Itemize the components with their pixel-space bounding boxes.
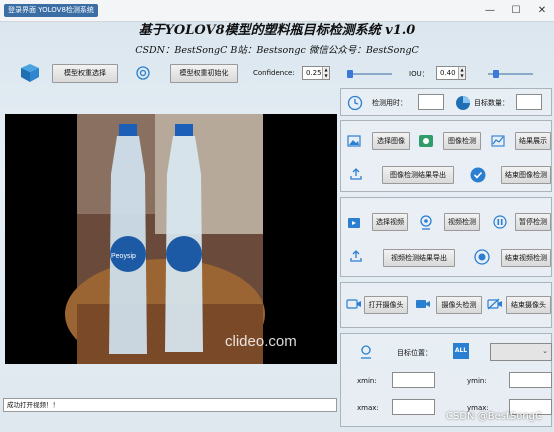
webcam-icon: [418, 214, 434, 232]
end-video-button[interactable]: 结束视频检测: [501, 249, 551, 267]
detect-camera-button[interactable]: 摄像头检测: [436, 296, 482, 314]
pie-chart-icon: [455, 95, 471, 113]
image-viewer: Peoysip clideo.com: [5, 114, 337, 364]
close-button[interactable]: ✕: [530, 3, 554, 19]
cube-icon: [20, 63, 40, 85]
confidence-slider-handle[interactable]: [347, 70, 353, 78]
end-image-button[interactable]: 结束图像检测: [501, 166, 551, 184]
image-detection-panel: 选择图像 图像检测 结果展示 图像检测结果导出 结束图像检测: [340, 120, 552, 192]
video-detection-panel: 选择视频 视频检测 暂停检测 视频检测结果导出 结束视频检测: [340, 197, 552, 277]
select-image-button[interactable]: 选择图像: [372, 132, 410, 150]
xmin-field: [392, 372, 435, 388]
window-titlebar: 登录界面 YOLOV8检测系统 — ☐ ✕: [0, 0, 554, 22]
confidence-value: 0.25: [306, 69, 322, 77]
camera-icon: [346, 298, 362, 312]
select-weights-button[interactable]: 模型权重选择: [52, 64, 118, 83]
maximize-button[interactable]: ☐: [504, 3, 528, 19]
iou-slider[interactable]: [488, 70, 533, 78]
chevron-down-icon[interactable]: ⌄: [542, 347, 548, 355]
confidence-label: Confidence:: [253, 69, 295, 77]
time-label: 检测用时：: [372, 99, 407, 107]
xmax-field: [392, 399, 435, 415]
stats-panel: 检测用时： 目标数量：: [340, 88, 552, 116]
line-chart-icon: [491, 134, 505, 150]
xmax-label: xmax:: [357, 404, 379, 412]
video-watermark: clideo.com: [225, 333, 297, 350]
detect-video-button[interactable]: 视频检测: [444, 213, 480, 231]
photo-icon: [418, 133, 434, 151]
show-result-button[interactable]: 结果展示: [515, 132, 551, 150]
video-icon: [347, 216, 361, 232]
iou-spinbox[interactable]: 0.40 ▲ ▼: [436, 66, 466, 80]
time-value: [418, 94, 444, 110]
export-image-button[interactable]: 图像检测结果导出: [382, 166, 454, 184]
pause-detection-button[interactable]: 暂停检测: [515, 213, 551, 231]
camera-panel: 打开摄像头 摄像头检测 结束摄像头: [340, 282, 552, 328]
target-position-label: 目标位置：: [397, 349, 432, 357]
count-value: [516, 94, 542, 110]
all-badge-icon: ALL: [453, 343, 469, 359]
target-select[interactable]: ⌄: [490, 343, 552, 361]
close-camera-button[interactable]: 结束摄像头: [506, 296, 551, 314]
video-frame-image: Peoysip clideo.com: [5, 114, 337, 364]
minimize-button[interactable]: —: [478, 3, 502, 19]
stop-circle-icon: [474, 249, 490, 267]
pause-icon: [493, 215, 507, 231]
detect-image-button[interactable]: 图像检测: [443, 132, 481, 150]
page-title: 基于YOLOV8模型的塑料瓶目标检测系统 v1.0: [138, 23, 416, 38]
spin-arrows-icon[interactable]: ▲ ▼: [458, 67, 465, 79]
target-icon: [135, 65, 151, 83]
upload-icon: [349, 167, 363, 183]
check-circle-icon: [470, 167, 486, 185]
export-video-button[interactable]: 视频检测结果导出: [383, 249, 455, 267]
bottle-label-text: Peoysip: [111, 253, 136, 260]
open-camera-button[interactable]: 打开摄像头: [364, 296, 408, 314]
spin-arrows-icon[interactable]: ▲ ▼: [322, 67, 329, 79]
confidence-spinbox[interactable]: 0.25 ▲ ▼: [302, 66, 330, 80]
upload-icon: [349, 249, 363, 265]
location-pin-icon: [359, 344, 373, 362]
confidence-slider[interactable]: [347, 70, 392, 78]
page-subtitle: CSDN：BestSongC B站：Bestsongc 微信公众号：BestSo…: [135, 45, 419, 56]
iou-slider-handle[interactable]: [493, 70, 499, 78]
iou-label: IOU：: [409, 70, 429, 78]
iou-value: 0.40: [440, 69, 456, 77]
init-weights-button[interactable]: 模型权重初始化: [170, 64, 238, 83]
select-video-button[interactable]: 选择视频: [372, 213, 408, 231]
xmin-label: xmin:: [357, 377, 377, 385]
csdn-watermark: CSDN @BestSongC: [446, 411, 542, 422]
status-bar: 成功打开视频！！: [3, 398, 337, 412]
clock-icon: [347, 95, 363, 113]
ymin-label: ymin:: [467, 377, 487, 385]
count-label: 目标数量：: [474, 99, 509, 107]
window-title: 登录界面 YOLOV8检测系统: [4, 4, 98, 17]
ymin-field: [509, 372, 552, 388]
video-camera-icon: [415, 298, 431, 312]
image-icon: [347, 134, 361, 150]
camera-off-icon: [487, 298, 503, 312]
